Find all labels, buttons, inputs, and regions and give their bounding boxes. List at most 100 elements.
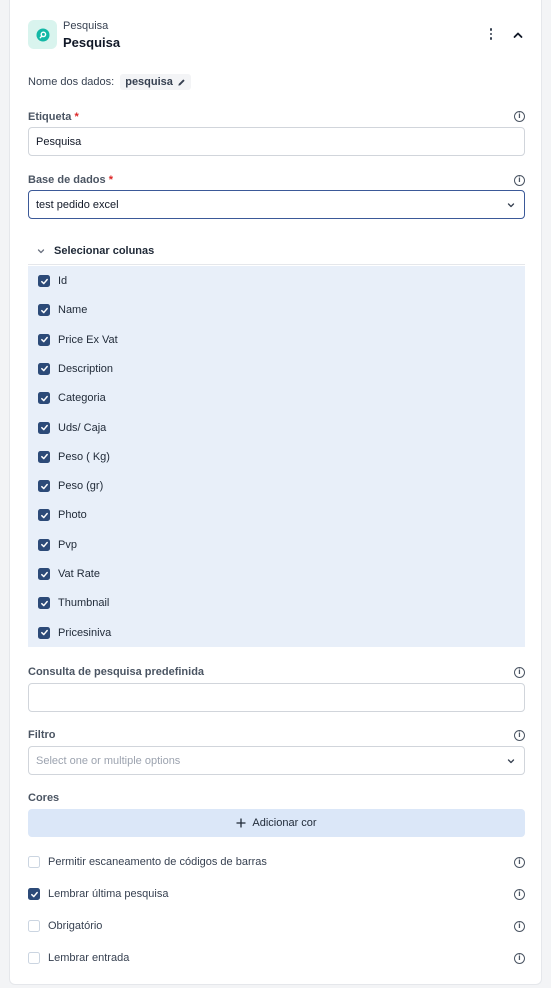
option-label: Permitir escaneamento de códigos de barr… [48,856,267,868]
column-label: Peso ( Kg) [58,450,110,463]
column-checkbox-row[interactable]: Price Ex Vat [38,332,118,348]
option-label: Obrigatório [48,920,103,932]
column-checkbox[interactable] [38,362,50,375]
column-checkbox-row[interactable]: Categoria [38,390,106,406]
columns-list: Id Name Price Ex Vat Description Categoria Ud… [28,266,525,647]
base-de-dados-label: Base de dados * [28,174,113,186]
check-icon [40,336,48,343]
column-checkbox-row[interactable]: Photo [38,507,87,523]
etiqueta-label: Etiqueta * [28,111,79,123]
column-checkbox[interactable] [38,421,50,434]
filter-placeholder: Select one or multiple options [36,754,181,767]
kebab-menu-icon[interactable] [484,26,498,42]
check-icon [40,454,48,460]
column-checkbox-row[interactable]: Name [38,302,87,318]
column-checkbox-row[interactable]: Pricesiniva [38,625,111,641]
info-icon[interactable]: i [514,175,525,186]
column-checkbox[interactable] [38,480,50,493]
data-name-label: Nome dos dados: [28,76,115,88]
column-label: Pricesiniva [58,626,112,639]
column-checkbox-row[interactable]: Uds/ Caja [38,420,106,436]
column-checkbox-row[interactable]: Peso ( Kg) [38,449,110,465]
column-checkbox[interactable] [38,568,50,580]
column-checkbox[interactable] [38,275,50,287]
barcode-scan-option[interactable]: Permitir escaneamento de códigos de barr… [28,854,525,870]
plus-icon [236,818,247,828]
column-checkbox[interactable] [38,450,50,463]
select-columns-title: Selecionar colunas [54,245,155,257]
check-icon [40,307,48,314]
column-checkbox-row[interactable]: Vat Rate [38,566,100,582]
column-checkbox-row[interactable]: Pvp [38,537,77,553]
option-checkbox[interactable] [28,920,40,932]
info-icon[interactable]: i [514,888,525,900]
info-icon[interactable]: i [514,920,525,932]
option-checkbox[interactable] [28,888,40,900]
data-name-row: Nome dos dados: pesquisa [28,74,191,90]
data-name-value: pesquisa [125,76,173,88]
check-icon [40,571,48,577]
predefined-query-input[interactable] [28,683,525,712]
required-option[interactable]: Obrigatório i [28,918,525,934]
column-checkbox-row[interactable]: Thumbnail [38,595,109,611]
required-mark: * [74,111,79,123]
check-icon [40,483,48,489]
info-icon[interactable]: i [514,111,525,122]
select-columns-toggle[interactable]: Selecionar colunas [28,238,525,265]
column-checkbox-row[interactable]: Peso (gr) [38,478,103,494]
column-label: Description [58,362,114,375]
info-icon[interactable]: i [514,730,525,741]
column-label: Categoria [58,392,106,405]
info-icon[interactable]: i [514,952,525,964]
column-checkbox[interactable] [38,538,50,551]
column-checkbox[interactable] [38,626,50,639]
column-label: Pvp [58,538,77,551]
search-icon [28,20,57,49]
search-field-settings-panel: Pesquisa Pesquisa Nome dos dados: pesqui… [9,0,542,985]
column-label: Vat Rate [58,568,100,580]
check-icon [40,541,48,548]
column-checkbox-row[interactable]: Description [38,361,113,377]
column-checkbox[interactable] [38,509,50,522]
column-label: Thumbnail [58,597,110,610]
data-name-chip[interactable]: pesquisa [120,74,191,90]
check-icon [40,629,48,636]
option-checkbox[interactable] [28,952,40,964]
column-checkbox-row[interactable]: Id [38,273,67,289]
column-label: Name [58,304,88,317]
column-label: Price Ex Vat [58,333,118,346]
column-checkbox[interactable] [38,597,50,610]
column-label: Photo [58,509,87,522]
required-mark: * [108,174,113,186]
check-icon [40,366,48,372]
column-checkbox[interactable] [38,304,50,317]
check-icon [40,278,48,284]
chevron-down-icon [37,249,45,254]
column-label: Peso (gr) [58,480,104,493]
check-icon [40,600,48,607]
option-checkbox[interactable] [28,856,40,868]
check-icon [30,891,38,897]
info-icon[interactable]: i [514,667,525,678]
chevron-down-icon [507,759,515,764]
filter-select[interactable]: Select one or multiple options [28,746,525,775]
chevron-up-icon[interactable] [510,27,526,43]
remember-last-search-option[interactable]: Lembrar última pesquisa i [28,886,525,902]
column-checkbox[interactable] [38,333,50,346]
option-label: Lembrar última pesquisa [48,888,169,900]
cores-label: Cores [28,792,60,804]
pencil-icon[interactable] [177,78,186,87]
filtro-label: Filtro [28,729,56,741]
info-icon[interactable]: i [514,856,525,868]
check-icon [40,512,48,519]
chevron-down-icon [507,203,515,208]
add-color-button[interactable]: Adicionar cor [28,809,525,837]
remember-input-option[interactable]: Lembrar entrada i [28,950,525,966]
database-select[interactable]: test pedido excel [28,190,525,219]
column-label: Uds/ Caja [58,421,107,434]
etiqueta-input[interactable]: Pesquisa [28,127,525,156]
field-type-label: Pesquisa [63,20,109,32]
column-checkbox[interactable] [38,392,50,405]
option-label: Lembrar entrada [48,952,130,964]
check-icon [40,424,48,431]
